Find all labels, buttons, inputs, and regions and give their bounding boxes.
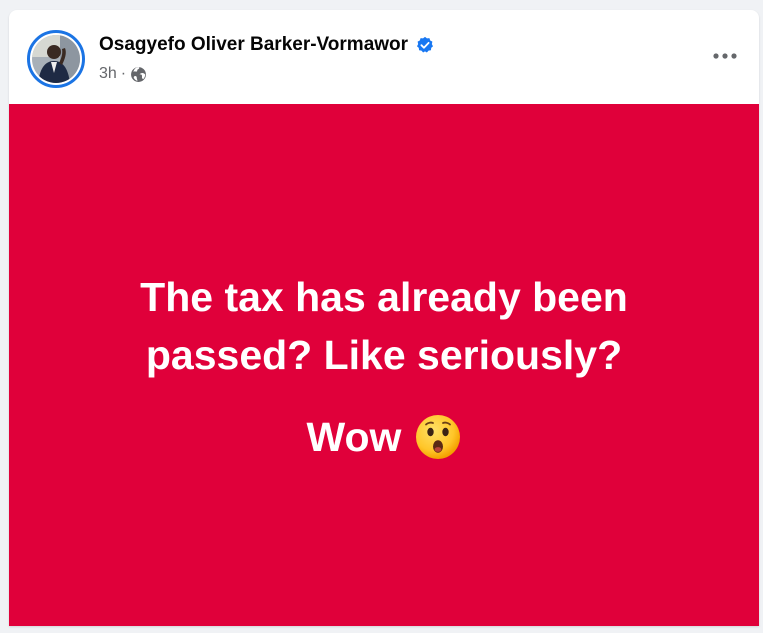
face-with-open-mouth-emoji-icon bbox=[416, 415, 461, 459]
author-avatar[interactable] bbox=[32, 35, 80, 83]
post-content[interactable]: The tax has already been passed? Like se… bbox=[9, 104, 759, 626]
post-timestamp[interactable]: 3h bbox=[99, 65, 117, 83]
more-options-button[interactable] bbox=[707, 38, 743, 74]
post-meta: 3h · bbox=[99, 64, 147, 84]
meta-separator: · bbox=[120, 65, 127, 82]
post-text-line-2: passed? Like seriously? bbox=[145, 332, 623, 378]
verified-badge-icon bbox=[417, 36, 434, 53]
post-header: Osagyefo Oliver Barker-Vormawor 3h · bbox=[9, 10, 759, 104]
author-avatar-ring[interactable] bbox=[27, 30, 85, 88]
author-row: Osagyefo Oliver Barker-Vormawor bbox=[99, 32, 434, 58]
post-text-line-3-row: Wow bbox=[307, 408, 462, 466]
post-text-line-1: The tax has already been bbox=[140, 274, 628, 320]
more-horizontal-icon bbox=[713, 53, 737, 59]
post-card: Osagyefo Oliver Barker-Vormawor 3h · The… bbox=[9, 10, 759, 626]
post-text-line-3: Wow bbox=[306, 414, 402, 460]
author-name[interactable]: Osagyefo Oliver Barker-Vormawor bbox=[99, 34, 408, 56]
globe-icon[interactable] bbox=[130, 66, 147, 83]
